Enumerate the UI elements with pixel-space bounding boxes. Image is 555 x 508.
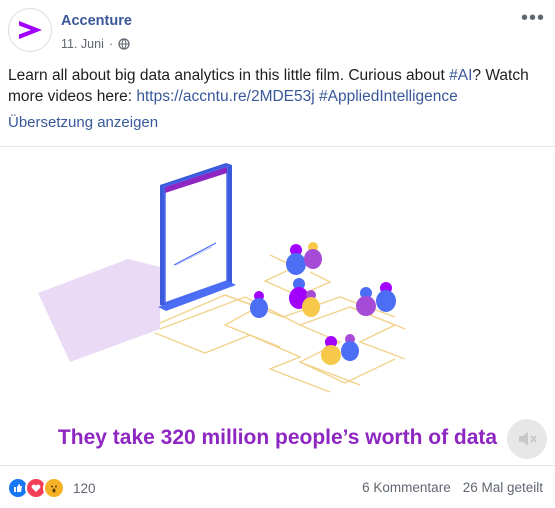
- post-footer: 120 6 Kommentare 26 Mal geteilt: [0, 466, 555, 508]
- more-options-button[interactable]: •••: [521, 8, 545, 28]
- post-text: Learn all about big data analytics in th…: [8, 65, 543, 107]
- facebook-post: Accenture 11. Juni · ••• Learn all about…: [0, 0, 555, 508]
- post-text-part1: Learn all about big data analytics in th…: [8, 67, 450, 84]
- separator-dot: ·: [108, 37, 114, 51]
- post-header: Accenture 11. Juni · •••: [8, 8, 547, 56]
- reaction-count: 120: [73, 480, 96, 496]
- mute-button[interactable]: [507, 419, 547, 459]
- video-caption: They take 320 million people’s worth of …: [57, 426, 498, 449]
- volume-muted-icon: [519, 432, 537, 446]
- hashtag-applied-link[interactable]: #AppliedIntelligence: [319, 88, 458, 105]
- video-player[interactable]: They take 320 million people’s worth of …: [0, 146, 555, 466]
- wow-reaction-icon: [43, 477, 65, 499]
- globe-icon: [118, 38, 130, 50]
- comments-count-link[interactable]: 6 Kommentare: [362, 480, 451, 495]
- reactions-summary[interactable]: 120: [7, 477, 96, 499]
- url-link[interactable]: https://accntu.re/2MDE53j: [136, 88, 314, 105]
- post-meta: 11. Juni ·: [61, 37, 130, 51]
- video-frame-illustration: [38, 163, 406, 393]
- accenture-logo-icon: [19, 21, 42, 39]
- post-date[interactable]: 11. Juni: [61, 37, 104, 51]
- page-avatar[interactable]: [8, 8, 52, 52]
- page-name[interactable]: Accenture: [61, 13, 132, 29]
- see-translation-link[interactable]: Übersetzung anzeigen: [8, 114, 158, 131]
- post-stats: 6 Kommentare 26 Mal geteilt: [362, 480, 543, 495]
- shares-count-link[interactable]: 26 Mal geteilt: [463, 480, 543, 495]
- hashtag-ai-link[interactable]: #AI: [449, 67, 472, 84]
